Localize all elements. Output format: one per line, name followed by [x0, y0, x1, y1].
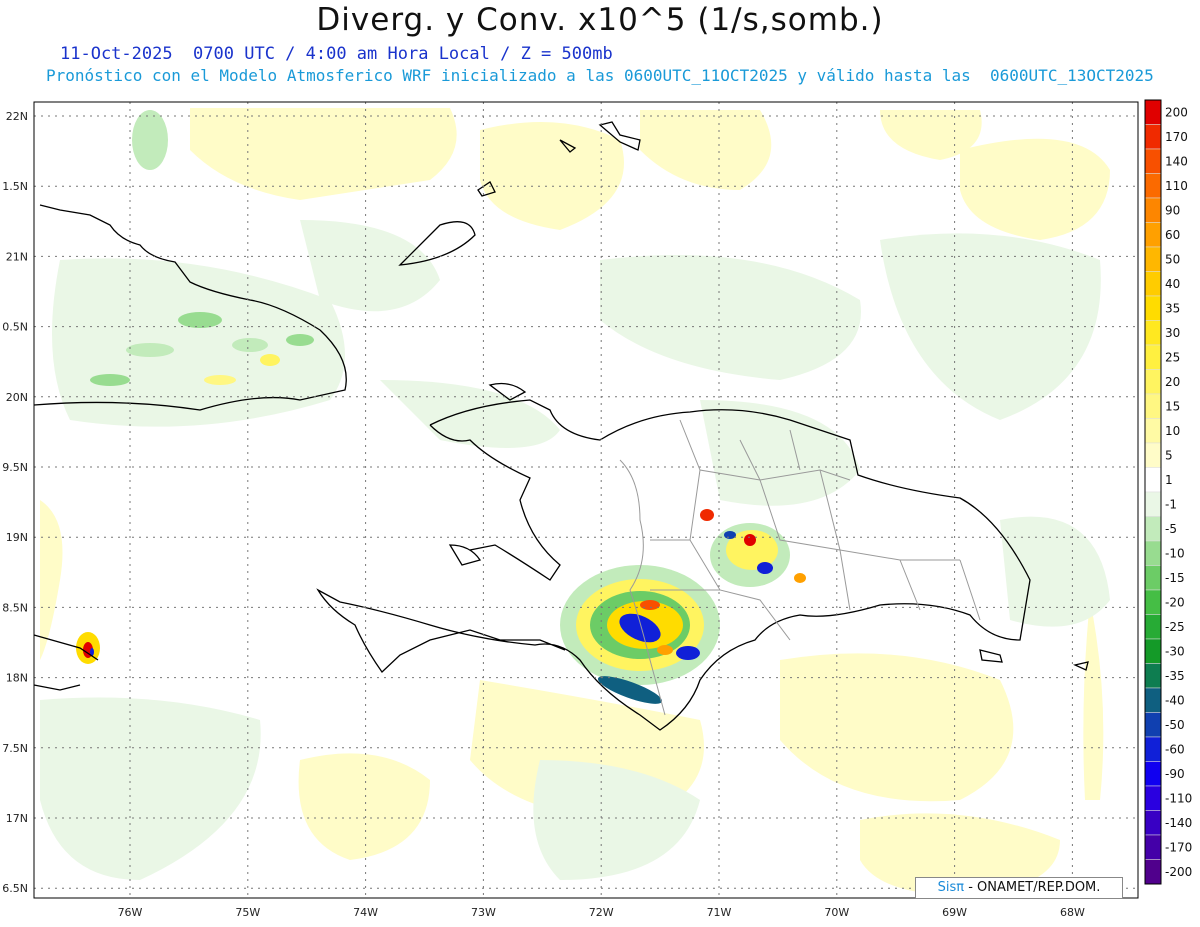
lat-label: 7.5N: [2, 742, 28, 755]
colorbar-label: -40: [1165, 693, 1185, 707]
lon-label: 76W: [118, 906, 143, 919]
colorbar-swatch: [1144, 320, 1162, 346]
lat-label: 1.5N: [2, 180, 28, 193]
colorbar-swatch: [1144, 246, 1162, 272]
colorbar-swatch: [1144, 148, 1162, 174]
colorbar-swatch: [1144, 785, 1162, 811]
colorbar-swatch: [1144, 467, 1162, 493]
colorbar-label: 15: [1165, 399, 1180, 413]
colorbar-swatch: [1144, 810, 1162, 836]
colorbar-label: 10: [1165, 424, 1180, 438]
colorbar-label: 35: [1165, 301, 1180, 315]
colorbar-swatch: [1144, 99, 1162, 125]
lat-label: 21N: [6, 250, 28, 263]
colorbar-label: -170: [1165, 840, 1192, 854]
colorbar-label: -30: [1165, 644, 1185, 658]
colorbar-label: -5: [1165, 522, 1177, 536]
lat-label: 20N: [6, 391, 28, 404]
colorbar-swatch: [1144, 442, 1162, 468]
colorbar-label: 200: [1165, 105, 1188, 119]
colorbar-label: 170: [1165, 130, 1188, 144]
lon-label: 71W: [707, 906, 732, 919]
credit-box: Sisπ - ONAMET/REP.DOM.: [915, 877, 1123, 899]
colorbar-swatch: [1144, 491, 1162, 517]
colorbar-swatch: [1144, 687, 1162, 713]
colorbar-swatch: [1144, 761, 1162, 787]
colorbar-swatch: [1144, 663, 1162, 689]
lat-label: 8.5N: [2, 601, 28, 614]
lon-label: 72W: [589, 906, 614, 919]
colorbar-swatch: [1144, 589, 1162, 615]
lat-label: 18N: [6, 672, 28, 685]
colorbar-swatch: [1144, 614, 1162, 640]
colorbar-swatch: [1144, 369, 1162, 395]
lat-label: 6.5N: [2, 882, 28, 895]
colorbar-label: 140: [1165, 154, 1188, 168]
colorbar-swatch: [1144, 197, 1162, 223]
colorbar-label: 40: [1165, 277, 1180, 291]
lon-label: 69W: [942, 906, 967, 919]
colorbar-swatch: [1144, 834, 1162, 860]
latitude-labels: 22N 1.5N 21N 0.5N 20N 9.5N 19N 8.5N 18N 7.5N 17N 6.…: [2, 110, 28, 895]
colorbar-label: -10: [1165, 546, 1185, 560]
colorbar-label: 60: [1165, 228, 1180, 242]
colorbar-swatch: [1144, 736, 1162, 762]
colorbar-swatch: [1144, 222, 1162, 248]
colorbar-label: -60: [1165, 742, 1185, 756]
colorbar-swatch: [1144, 638, 1162, 664]
colorbar: 200 170 140 110 90 60 50 40 35 30 25 20 15 10 5 1 -1 -5 -1…: [1144, 99, 1192, 885]
colorbar-label: -25: [1165, 620, 1185, 634]
colorbar-label: 1: [1165, 473, 1173, 487]
lat-label: 0.5N: [2, 321, 28, 334]
colorbar-swatch: [1144, 712, 1162, 738]
divergence-map: 76W 75W 74W 73W 72W 71W 70W 69W 68W 22N 1.5N 21N 0.…: [2, 99, 1192, 919]
colorbar-label: 90: [1165, 203, 1180, 217]
lon-label: 73W: [471, 906, 496, 919]
colorbar-swatch: [1144, 295, 1162, 321]
colorbar-swatch: [1144, 124, 1162, 150]
colorbar-swatch: [1144, 344, 1162, 370]
lat-label: 22N: [6, 110, 28, 123]
colorbar-swatch: [1144, 393, 1162, 419]
colorbar-label: 5: [1165, 448, 1173, 462]
colorbar-label: -50: [1165, 718, 1185, 732]
colorbar-label: -20: [1165, 595, 1185, 609]
colorbar-swatch: [1144, 859, 1162, 885]
lon-label: 74W: [353, 906, 378, 919]
lon-label: 75W: [235, 906, 260, 919]
lat-label: 17N: [6, 812, 28, 825]
colorbar-swatch: [1144, 418, 1162, 444]
colorbar-label: -140: [1165, 816, 1192, 830]
colorbar-label: 25: [1165, 350, 1180, 364]
colorbar-label: 30: [1165, 326, 1180, 340]
colorbar-label: -1: [1165, 497, 1177, 511]
colorbar-label: -90: [1165, 767, 1185, 781]
credit-text: - ONAMET/REP.DOM.: [964, 880, 1101, 895]
colorbar-swatch: [1144, 540, 1162, 566]
longitude-labels: 76W 75W 74W 73W 72W 71W 70W 69W 68W: [118, 906, 1085, 919]
lon-label: 68W: [1060, 906, 1085, 919]
colorbar-label: -35: [1165, 669, 1185, 683]
colorbar-swatch: [1144, 173, 1162, 199]
sispi-logo: Sisπ: [937, 880, 965, 895]
lon-label: 70W: [824, 906, 849, 919]
colorbar-label: 110: [1165, 179, 1188, 193]
colorbar-label: -200: [1165, 865, 1192, 879]
colorbar-label: 20: [1165, 375, 1180, 389]
colorbar-label: 50: [1165, 252, 1180, 266]
plot-area: [33, 101, 1139, 899]
colorbar-label: -110: [1165, 791, 1192, 805]
colorbar-swatch: [1144, 565, 1162, 591]
colorbar-swatch: [1144, 271, 1162, 297]
lat-label: 9.5N: [2, 461, 28, 474]
lat-label: 19N: [6, 531, 28, 544]
colorbar-label: -15: [1165, 571, 1185, 585]
colorbar-swatch: [1144, 516, 1162, 542]
